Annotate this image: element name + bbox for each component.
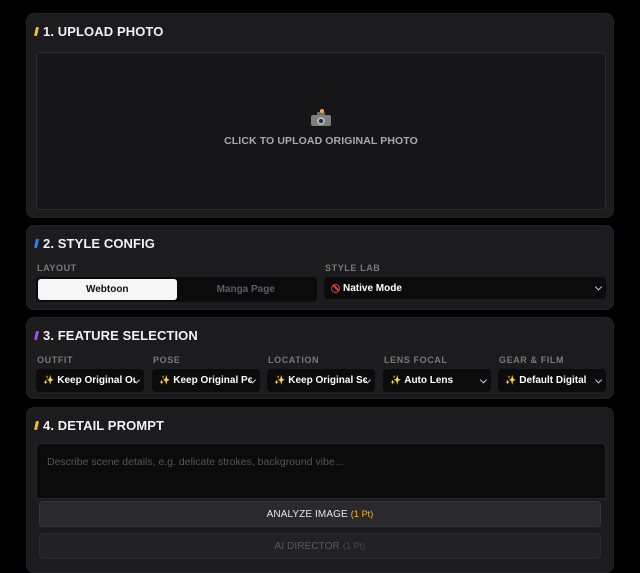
upload-dropzone[interactable]: CLICK TO UPLOAD ORIGINAL PHOTO xyxy=(36,52,606,210)
outfit-label: OUTFIT xyxy=(37,355,74,365)
ai-director-label: AI DIRECTOR xyxy=(274,540,340,552)
location-value: Keep Original Scene xyxy=(288,375,368,386)
sparkle-icon: ✨ xyxy=(505,375,517,385)
upload-cta-text: CLICK TO UPLOAD ORIGINAL PHOTO xyxy=(224,134,418,147)
chevron-down-icon xyxy=(248,375,257,384)
layout-option-webtoon[interactable]: Webtoon xyxy=(38,279,177,300)
chevron-down-icon xyxy=(594,283,603,291)
pose-select[interactable]: ✨ Keep Original Pose xyxy=(152,369,260,392)
detail-prompt-title-text: 4. DETAIL PROMPT xyxy=(43,418,165,433)
style-lab-label: STYLE LAB xyxy=(325,263,381,273)
sparkle-icon: ✨ xyxy=(159,375,171,385)
layout-option-manga-page[interactable]: Manga Page xyxy=(177,279,316,300)
section-accent-icon xyxy=(34,27,39,36)
pose-label: POSE xyxy=(153,355,181,365)
location-select[interactable]: ✨ Keep Original Scene xyxy=(267,369,375,392)
outfit-value: Keep Original Outfit xyxy=(57,375,137,386)
feature-selection-title: 3. FEATURE SELECTION xyxy=(34,328,198,343)
detail-prompt-card: 4. DETAIL PROMPT ANALYZE IMAGE (1 Pt) AI… xyxy=(26,407,614,573)
chevron-down-icon xyxy=(479,375,488,384)
analyze-image-cost: (1 Pt) xyxy=(350,509,374,519)
analyze-image-label: ANALYZE IMAGE xyxy=(266,508,348,520)
style-lab-select[interactable]: Native Mode xyxy=(324,277,606,299)
location-label: LOCATION xyxy=(268,355,320,365)
section-accent-icon xyxy=(34,331,39,340)
lens-focal-select[interactable]: ✨ Auto Lens xyxy=(383,369,491,392)
gear-film-select[interactable]: ✨ Default Digital xyxy=(498,369,606,392)
layout-toggle: Webtoon Manga Page xyxy=(36,277,317,302)
outfit-select[interactable]: ✨ Keep Original Outfit xyxy=(36,369,144,392)
style-config-title: 2. STYLE CONFIG xyxy=(34,236,156,251)
analyze-image-button[interactable]: ANALYZE IMAGE (1 Pt) xyxy=(39,501,601,527)
chevron-down-icon xyxy=(132,375,141,384)
ai-director-cost: (1 Pt) xyxy=(342,541,366,551)
upload-photo-title-text: 1. UPLOAD PHOTO xyxy=(43,24,164,39)
chevron-down-icon xyxy=(363,375,372,384)
sparkle-icon: ✨ xyxy=(274,375,286,385)
prohibited-icon xyxy=(331,283,340,293)
section-accent-icon xyxy=(34,239,39,248)
style-config-card: 2. STYLE CONFIG LAYOUT Webtoon Manga Pag… xyxy=(26,225,614,310)
camera-flash-icon xyxy=(311,108,331,126)
detail-prompt-input[interactable] xyxy=(36,443,606,499)
ai-director-button[interactable]: AI DIRECTOR (1 Pt) xyxy=(39,533,601,559)
style-config-title-text: 2. STYLE CONFIG xyxy=(43,236,156,251)
chevron-down-icon xyxy=(594,375,603,384)
pose-value: Keep Original Pose xyxy=(173,375,253,386)
detail-prompt-title: 4. DETAIL PROMPT xyxy=(34,418,165,433)
section-accent-icon xyxy=(34,421,39,430)
upload-photo-card: 1. UPLOAD PHOTO CLICK TO UPLOAD ORIGINAL… xyxy=(26,13,614,218)
upload-photo-title: 1. UPLOAD PHOTO xyxy=(34,24,164,39)
layout-label: LAYOUT xyxy=(37,263,77,273)
sparkle-icon: ✨ xyxy=(390,375,402,385)
feature-selection-title-text: 3. FEATURE SELECTION xyxy=(43,328,198,343)
gear-film-label: GEAR & FILM xyxy=(499,355,565,365)
style-lab-value: Native Mode xyxy=(343,282,402,294)
gear-film-value: Default Digital xyxy=(519,375,587,386)
lens-focal-value: Auto Lens xyxy=(404,375,454,386)
sparkle-icon: ✨ xyxy=(43,375,55,385)
feature-selection-card: 3. FEATURE SELECTION OUTFIT ✨ Keep Origi… xyxy=(26,317,614,399)
lens-focal-label: LENS FOCAL xyxy=(384,355,448,365)
